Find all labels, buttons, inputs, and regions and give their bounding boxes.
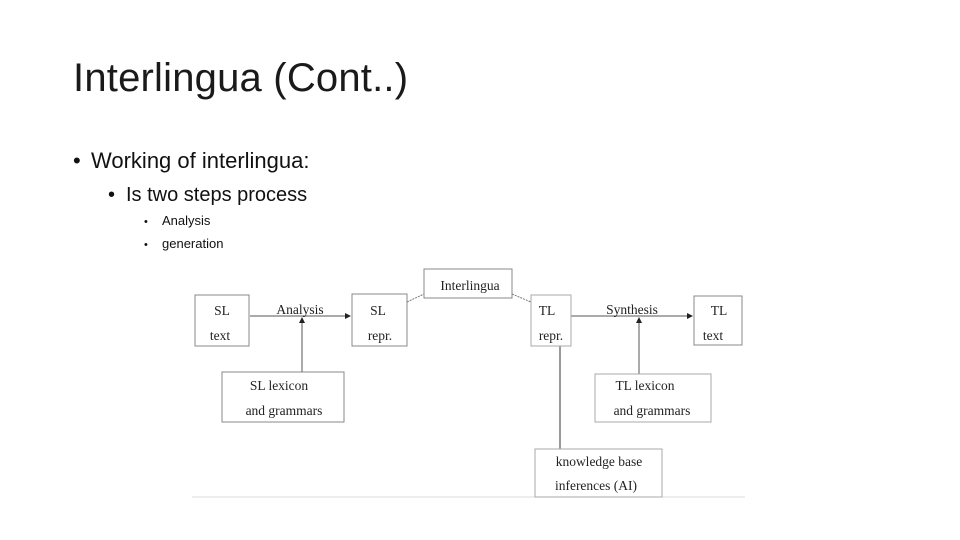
tl-text-box: TL text	[693, 295, 743, 346]
box-label: SL lexicon	[250, 378, 309, 393]
knowledge-base-box: knowledge base inferences (AI)	[534, 448, 663, 498]
tl-repr-box: TL repr.	[530, 294, 572, 347]
sl-text-box: SL text	[194, 294, 250, 347]
sl-lexicon-box: SL lexicon and grammars	[221, 371, 345, 423]
box-label: TL	[711, 303, 728, 318]
box-label: TL	[539, 303, 556, 318]
box-label: and grammars	[614, 403, 691, 418]
interlingua-diagram: SL text Analysis SL repr. Interlingua TL…	[192, 268, 745, 498]
box-label: text	[703, 328, 723, 343]
interlingua-tl-repr-link	[511, 293, 532, 303]
box-label: repr.	[539, 328, 563, 343]
box-label: TL lexicon	[615, 378, 674, 393]
box-label: Interlingua	[440, 278, 499, 293]
synthesis-label: Synthesis	[606, 302, 658, 317]
box-label: and grammars	[246, 403, 323, 418]
sl-repr-interlingua-link	[406, 293, 425, 303]
box-label: SL	[214, 303, 230, 318]
box-label: knowledge base	[556, 454, 643, 469]
box-label: text	[210, 328, 230, 343]
box-label: SL	[370, 303, 386, 318]
box-label: repr.	[368, 328, 392, 343]
box-label: inferences (AI)	[555, 478, 637, 493]
tl-lexicon-box: TL lexicon and grammars	[594, 373, 712, 423]
interlingua-box: Interlingua	[423, 268, 513, 299]
sl-repr-box: SL repr.	[351, 293, 408, 347]
analysis-label: Analysis	[276, 302, 323, 317]
